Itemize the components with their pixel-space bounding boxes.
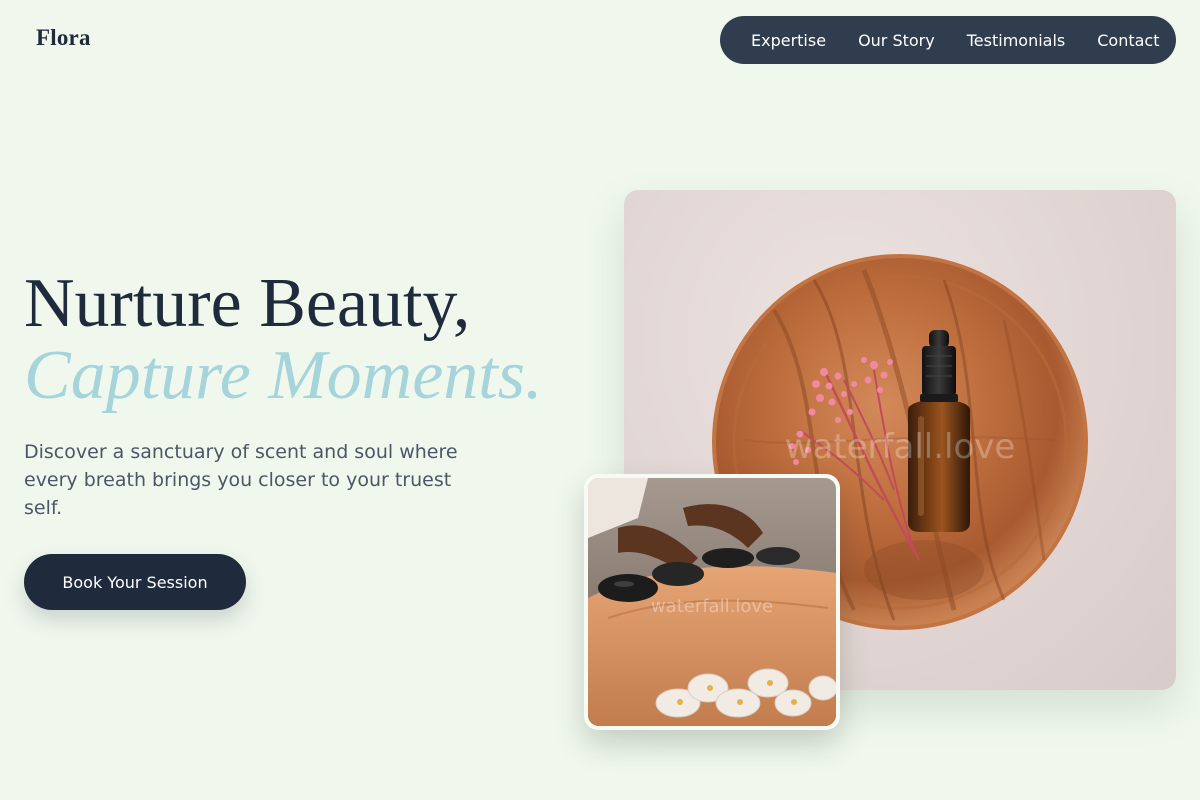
book-session-button[interactable]: Book Your Session	[24, 554, 246, 610]
hero-description: Discover a sanctuary of scent and soul w…	[24, 441, 458, 519]
nav-item-expertise[interactable]: Expertise	[751, 31, 826, 50]
brand-logo[interactable]: Flora	[36, 25, 91, 51]
hero-headline: Nurture Beauty,	[24, 265, 471, 342]
hero-inset-image: waterfall.love	[584, 474, 840, 730]
nav-item-contact[interactable]: Contact	[1097, 31, 1159, 50]
massage-illustration: waterfall.love	[588, 478, 836, 726]
hero-headline-accent: Capture Moments.	[24, 337, 543, 414]
main-image-watermark: waterfall.love	[785, 427, 1016, 467]
nav-item-testimonials[interactable]: Testimonials	[967, 31, 1066, 50]
main-nav: Expertise Our Story Testimonials Contact	[720, 16, 1176, 64]
nav-item-our-story[interactable]: Our Story	[858, 31, 935, 50]
inset-image-watermark: waterfall.love	[651, 596, 773, 617]
